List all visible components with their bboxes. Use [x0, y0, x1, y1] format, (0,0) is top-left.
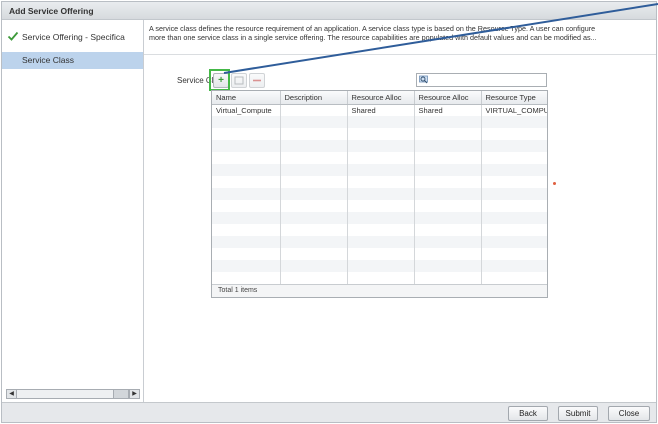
table-cell	[280, 104, 348, 116]
required-indicator	[553, 182, 556, 185]
empty-table-row	[212, 116, 547, 128]
wizard-step-label: Service Offering - Specifica	[22, 32, 125, 42]
close-button[interactable]: Close	[608, 406, 650, 421]
empty-table-row	[212, 128, 547, 140]
scroll-right-icon[interactable]: ▶	[129, 390, 139, 398]
table-header-row: Name Description Resource Alloc Resource…	[212, 91, 547, 105]
table-footer: Total 1 items	[212, 284, 547, 297]
column-header-resource-allocation[interactable]: Resource Alloc	[347, 91, 415, 105]
delete-icon	[253, 79, 261, 82]
empty-table-row	[212, 140, 547, 152]
table-row[interactable]: Virtual_Compute Shared Shared VIRTUAL_CO…	[212, 104, 547, 116]
empty-table-row	[212, 212, 547, 224]
horizontal-scrollbar[interactable]: ◀ ▶	[6, 389, 140, 399]
delete-service-class-button[interactable]	[249, 73, 265, 88]
search-icon	[419, 75, 428, 84]
column-header-name[interactable]: Name	[212, 91, 281, 105]
table-cell: Virtual_Compute	[212, 104, 281, 116]
description-line: A service class defines the resource req…	[149, 24, 596, 33]
empty-table-row	[212, 272, 547, 284]
back-button[interactable]: Back	[508, 406, 548, 421]
empty-table-row	[212, 164, 547, 176]
search-input[interactable]	[416, 73, 547, 87]
empty-table-row	[212, 200, 547, 212]
description-line: more than one service class in a single …	[149, 33, 597, 42]
column-header-resource-type[interactable]: Resource Type	[481, 91, 547, 105]
edit-service-class-button[interactable]	[231, 73, 247, 88]
total-items-count: Total 1 items	[218, 287, 258, 294]
column-header-description[interactable]: Description	[280, 91, 348, 105]
empty-table-row	[212, 248, 547, 260]
edit-icon	[234, 76, 244, 85]
wizard-step-service-class[interactable]: Service Class	[2, 52, 143, 69]
table-cell: Shared	[347, 104, 415, 116]
wizard-steps-pane: Service Offering - Specifica Service Cla…	[2, 20, 144, 402]
empty-table-row	[212, 224, 547, 236]
empty-table-row	[212, 188, 547, 200]
table-cell: VIRTUAL_COMPU	[481, 104, 547, 116]
empty-table-row	[212, 236, 547, 248]
submit-button[interactable]: Submit	[558, 406, 598, 421]
add-button-highlight	[209, 69, 230, 91]
scroll-left-icon[interactable]: ◀	[7, 390, 17, 398]
dialog-title: Add Service Offering	[9, 6, 94, 16]
checkmark-icon	[7, 31, 19, 41]
column-header-resource-allocation[interactable]: Resource Alloc	[414, 91, 482, 105]
scrollbar-thumb[interactable]	[113, 390, 129, 398]
dialog-titlebar: Add Service Offering	[2, 2, 656, 20]
divider	[144, 54, 656, 55]
empty-table-row	[212, 176, 547, 188]
service-class-description: A service class defines the resource req…	[149, 24, 654, 42]
dialog-button-bar: Back Submit Close	[2, 402, 656, 422]
table-cell: Shared	[414, 104, 482, 116]
empty-table-row	[212, 152, 547, 164]
empty-table-row	[212, 260, 547, 272]
service-class-table: Name Description Resource Alloc Resource…	[211, 90, 548, 298]
wizard-step-label: Service Class	[22, 55, 74, 65]
wizard-step-service-offering-specification[interactable]: Service Offering - Specifica	[2, 29, 143, 46]
add-service-offering-dialog: Add Service Offering Service Offering - …	[1, 1, 657, 423]
